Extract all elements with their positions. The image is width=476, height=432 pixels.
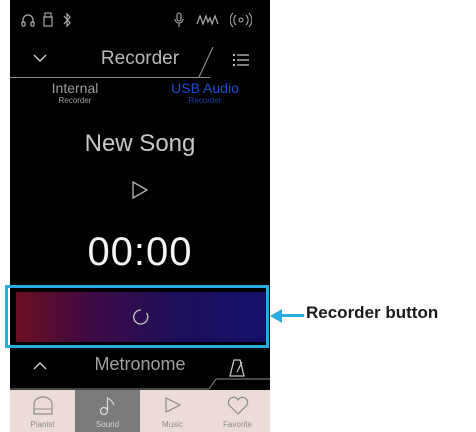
usb-audio-recorder-tab[interactable]: USB Audio Recorder bbox=[140, 80, 270, 106]
bluetooth-icon bbox=[63, 12, 71, 28]
headphones-icon bbox=[21, 14, 35, 27]
piano-icon bbox=[33, 396, 53, 415]
usb-sublabel: Recorder bbox=[188, 96, 222, 105]
play-button[interactable] bbox=[131, 180, 149, 200]
metronome-bar[interactable]: Metronome bbox=[10, 348, 270, 390]
page-title: Recorder bbox=[100, 48, 180, 69]
time-display: 00:00 bbox=[87, 230, 193, 274]
header-divider bbox=[10, 77, 210, 78]
callout-line bbox=[280, 314, 304, 317]
tab-music[interactable]: Music bbox=[140, 390, 205, 432]
wireless-icon bbox=[230, 12, 252, 28]
tab-label: Sound bbox=[95, 420, 120, 429]
music-note-icon bbox=[99, 397, 115, 416]
internal-label: Internal bbox=[51, 80, 99, 96]
audio-signal-icon bbox=[196, 14, 219, 26]
song-title[interactable]: New Song bbox=[10, 130, 270, 158]
status-bar bbox=[10, 0, 270, 40]
app-screen: Recorder Internal Recorder USB Audio Rec… bbox=[10, 0, 270, 432]
internal-sublabel: Recorder bbox=[58, 96, 92, 105]
header-slash bbox=[198, 46, 214, 78]
menu-list-icon[interactable] bbox=[232, 52, 250, 68]
tab-pianist[interactable]: Pianist bbox=[10, 390, 75, 432]
tab-favorite[interactable]: Favorite bbox=[205, 390, 270, 432]
tab-label: Favorite bbox=[223, 420, 252, 429]
callout-label: Recorder button bbox=[306, 303, 439, 322]
internal-recorder-tab[interactable]: Internal Recorder bbox=[10, 80, 140, 106]
recorder-header: Recorder bbox=[10, 40, 270, 80]
metronome-icon[interactable] bbox=[228, 358, 246, 378]
tab-label: Pianist bbox=[30, 420, 55, 429]
bottom-tab-bar: Pianist Sound Music Favorite bbox=[10, 390, 270, 432]
usb-label: USB Audio bbox=[171, 80, 239, 96]
tab-label: Music bbox=[162, 420, 183, 429]
usb-device-icon bbox=[43, 12, 53, 27]
tab-sound[interactable]: Sound bbox=[75, 390, 140, 432]
play-icon bbox=[165, 397, 182, 413]
recorder-button-highlight bbox=[5, 285, 269, 348]
metronome-divider bbox=[10, 378, 270, 390]
microphone-icon bbox=[174, 12, 184, 27]
heart-icon bbox=[227, 396, 249, 415]
